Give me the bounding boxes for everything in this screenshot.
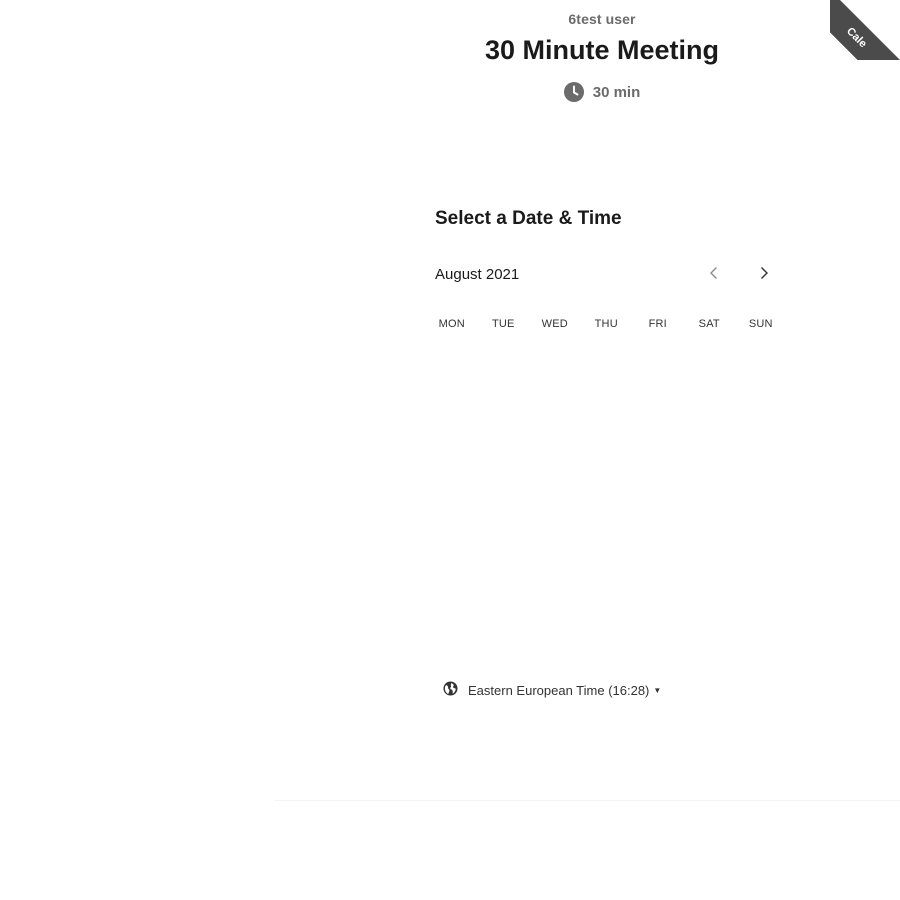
previous-month-button[interactable] <box>702 263 726 287</box>
caret-down-icon: ▼ <box>653 685 662 695</box>
owner-name: 6test user <box>568 11 636 27</box>
divider <box>275 800 900 801</box>
booking-page: 6test user 30 Minute Meeting 30 min Sele… <box>0 0 900 900</box>
corner-ribbon[interactable]: Cale <box>830 0 900 60</box>
clock-icon <box>563 82 584 102</box>
chevron-right-icon <box>759 266 769 285</box>
duration-label: 30 min <box>592 83 641 101</box>
event-duration: 30 min <box>563 82 641 102</box>
chevron-left-icon <box>709 266 719 285</box>
ribbon-label: Cale <box>830 0 900 60</box>
weekday-thu: THU <box>594 318 618 330</box>
weekday-header: MON TUE WED THU FRI SAT SUN <box>426 318 787 330</box>
event-header: 6test user 30 Minute Meeting 30 min <box>402 0 802 107</box>
weekday-sun: SUN <box>748 318 773 330</box>
weekday-tue: TUE <box>491 318 515 330</box>
weekday-wed: WED <box>541 318 568 330</box>
section-title: Select a Date & Time <box>435 208 622 229</box>
weekday-sat: SAT <box>698 318 720 330</box>
month-label: August 2021 <box>435 266 520 283</box>
timezone-label: Eastern European Time (16:28) <box>468 682 650 698</box>
next-month-button[interactable] <box>752 263 776 287</box>
weekday-mon: MON <box>438 318 465 330</box>
timezone-selector[interactable]: Eastern European Time (16:28) ▼ <box>443 681 661 699</box>
event-title: 30 Minute Meeting <box>484 35 720 65</box>
globe-icon <box>443 681 458 699</box>
weekday-fri: FRI <box>648 318 667 330</box>
